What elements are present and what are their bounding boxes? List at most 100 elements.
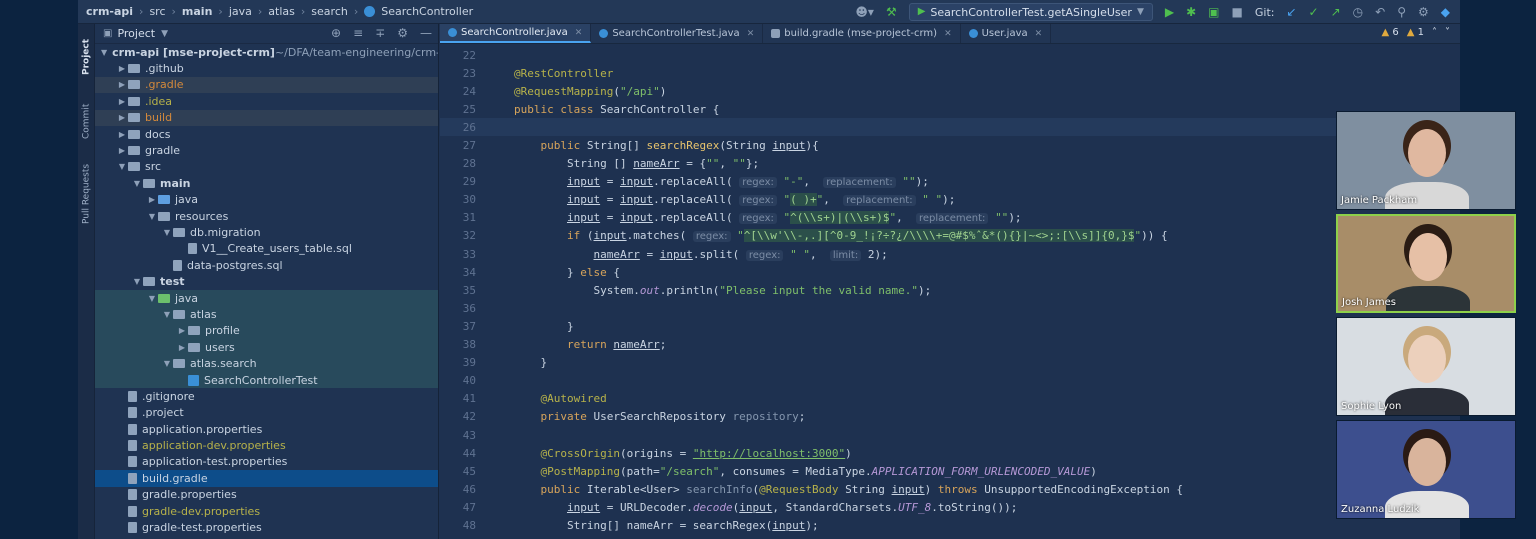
code-line[interactable]: 30 input = input.replaceAll( regex: "( )… bbox=[440, 191, 1460, 209]
code-line[interactable]: 37 } bbox=[440, 317, 1460, 335]
git-push-icon[interactable]: ↗ bbox=[1331, 6, 1341, 18]
code-line[interactable]: 47 input = URLDecoder.decode(input, Stan… bbox=[440, 498, 1460, 516]
chevron-down-icon[interactable]: ▼ bbox=[161, 359, 173, 368]
git-update-icon[interactable]: ↙ bbox=[1286, 6, 1296, 18]
tree-item[interactable]: ▶ gradle bbox=[95, 142, 438, 158]
chevron-right-icon[interactable]: ▶ bbox=[176, 326, 188, 335]
tree-item[interactable]: application-test.properties bbox=[95, 454, 438, 470]
close-icon[interactable]: ✕ bbox=[1035, 29, 1043, 39]
participant-video-tile[interactable]: Sophie Lyon bbox=[1336, 317, 1516, 416]
breadcrumb-item[interactable]: atlas bbox=[268, 5, 295, 18]
code-line[interactable]: 43 bbox=[440, 426, 1460, 444]
code-line[interactable]: 41 @Autowired bbox=[440, 390, 1460, 408]
code-line[interactable]: 32 if (input.matches( regex: "^[\\w'\\-,… bbox=[440, 227, 1460, 245]
build-hammer-icon[interactable]: ⚒ bbox=[886, 6, 897, 18]
code-line[interactable]: 33 nameArr = input.split( regex: " ", li… bbox=[440, 245, 1460, 263]
run-icon[interactable]: ▶ bbox=[1165, 6, 1174, 18]
chevron-down-icon[interactable]: ▼ bbox=[146, 294, 158, 303]
user-icon[interactable]: ☻▾ bbox=[855, 6, 874, 18]
code-line[interactable]: 34 } else { bbox=[440, 263, 1460, 281]
chevron-up-icon[interactable]: ˄ bbox=[1432, 27, 1437, 38]
chevron-down-icon[interactable]: ˅ bbox=[1445, 27, 1450, 38]
chevron-down-icon[interactable]: ▼ bbox=[101, 48, 107, 57]
chevron-right-icon[interactable]: ▶ bbox=[116, 97, 128, 106]
code-area[interactable]: 22 23 @RestController 24 @RequestMapping("/a… bbox=[440, 46, 1460, 535]
tree-item[interactable]: .gitignore bbox=[95, 388, 438, 404]
stop-icon[interactable]: ■ bbox=[1232, 6, 1243, 18]
tree-item[interactable]: ▼ atlas.search bbox=[95, 355, 438, 372]
tree-item[interactable]: ▶ docs bbox=[95, 126, 438, 142]
tree-item[interactable]: data-postgres.sql bbox=[95, 257, 438, 273]
breadcrumb-item[interactable]: search bbox=[311, 5, 348, 18]
editor-tab[interactable]: SearchControllerTest.java ✕ bbox=[591, 24, 764, 43]
tree-item[interactable]: gradle-dev.properties bbox=[95, 503, 438, 519]
collapse-all-icon[interactable]: ∓ bbox=[375, 26, 385, 40]
tree-item[interactable]: application-dev.properties bbox=[95, 437, 438, 453]
code-line[interactable]: 23 @RestController bbox=[440, 64, 1460, 82]
chevron-down-icon[interactable]: ▼ bbox=[161, 228, 173, 237]
code-line[interactable]: 26 bbox=[440, 118, 1460, 137]
gear-icon[interactable]: ⚙ bbox=[397, 26, 408, 40]
code-line[interactable]: 44 @CrossOrigin(origins = "http://localh… bbox=[440, 444, 1460, 462]
chevron-down-icon[interactable]: ▼ bbox=[161, 28, 168, 40]
expand-all-icon[interactable]: ≡ bbox=[353, 26, 363, 40]
participant-video-tile[interactable]: Josh James bbox=[1336, 214, 1516, 313]
tree-item[interactable]: ▶ profile bbox=[95, 322, 438, 340]
tree-item[interactable]: ▼ resources bbox=[95, 208, 438, 224]
code-line[interactable]: 39 } bbox=[440, 354, 1460, 372]
tree-item[interactable]: ▶ java bbox=[95, 192, 438, 208]
tree-item[interactable]: ▼ crm-api [mse-project-crm] ~/DFA/team-en… bbox=[95, 44, 438, 60]
code-line[interactable]: 38 return nameArr; bbox=[440, 336, 1460, 354]
chevron-right-icon[interactable]: ▶ bbox=[116, 80, 128, 89]
code-line[interactable]: 31 input = input.replaceAll( regex: "^(\… bbox=[440, 209, 1460, 227]
tree-item[interactable]: ▶ .github bbox=[95, 60, 438, 76]
breadcrumb-item[interactable]: SearchController bbox=[381, 5, 473, 18]
tree-item[interactable]: ▼ atlas bbox=[95, 306, 438, 323]
chevron-right-icon[interactable]: ▶ bbox=[116, 130, 128, 139]
participant-video-tile[interactable]: Zuzanna Ludzik bbox=[1336, 420, 1516, 519]
chevron-right-icon[interactable]: ▶ bbox=[116, 113, 128, 122]
participant-video-tile[interactable]: Jamie Packham bbox=[1336, 111, 1516, 210]
editor-tab[interactable]: User.java ✕ bbox=[961, 24, 1052, 43]
tree-item[interactable]: V1__Create_users_table.sql bbox=[95, 241, 438, 257]
git-commit-icon[interactable]: ✓ bbox=[1309, 6, 1319, 18]
tree-item[interactable]: ▶ .gradle bbox=[95, 76, 438, 94]
editor-tab[interactable]: SearchController.java ✕ bbox=[440, 24, 592, 43]
close-icon[interactable]: ✕ bbox=[575, 28, 583, 38]
chevron-down-icon[interactable]: ▼ bbox=[161, 310, 173, 319]
code-line[interactable]: 28 String [] nameArr = {"", ""}; bbox=[440, 155, 1460, 173]
tree-item[interactable]: ▶ users bbox=[95, 339, 438, 356]
chevron-down-icon[interactable]: ▼ bbox=[131, 277, 143, 286]
tree-item[interactable]: gradle.properties bbox=[95, 487, 438, 503]
tree-item[interactable]: ▼ src bbox=[95, 159, 438, 175]
tree-item[interactable]: SearchControllerTest bbox=[95, 371, 438, 389]
chevron-right-icon[interactable]: ▶ bbox=[116, 64, 128, 73]
code-line[interactable]: 24 @RequestMapping("/api") bbox=[440, 82, 1460, 100]
chevron-down-icon[interactable]: ▼ bbox=[131, 179, 143, 188]
chevron-right-icon[interactable]: ▶ bbox=[146, 195, 158, 204]
tree-item[interactable]: ▶ build bbox=[95, 109, 438, 126]
tree-item[interactable]: ▼ main bbox=[95, 175, 438, 191]
rollback-icon[interactable]: ↶ bbox=[1375, 6, 1385, 18]
code-line[interactable]: 46 public Iterable<User> searchInfo(@Req… bbox=[440, 480, 1460, 498]
editor-tab[interactable]: build.gradle (mse-project-crm) ✕ bbox=[763, 24, 961, 43]
code-line[interactable]: 40 bbox=[440, 372, 1460, 390]
tree-item[interactable]: gradle-test.properties bbox=[95, 519, 438, 535]
locate-icon[interactable]: ⊕ bbox=[331, 26, 341, 40]
code-line[interactable]: 45 @PostMapping(path="/search", consumes… bbox=[440, 462, 1460, 480]
gear-icon[interactable]: ⚙ bbox=[1418, 6, 1429, 18]
search-icon[interactable]: ⚲ bbox=[1397, 6, 1406, 18]
code-line[interactable]: 29 input = input.replaceAll( regex: "-",… bbox=[440, 173, 1460, 191]
close-icon[interactable]: ✕ bbox=[944, 29, 952, 39]
tree-item[interactable]: ▶ .idea bbox=[95, 93, 438, 109]
tree-item[interactable]: ▼ db.migration bbox=[95, 224, 438, 240]
chevron-down-icon[interactable]: ▼ bbox=[116, 162, 128, 171]
code-line[interactable]: 27 public String[] searchRegex(String in… bbox=[440, 136, 1460, 154]
tool-tab-commit[interactable]: Commit bbox=[79, 92, 94, 150]
coverage-icon[interactable]: ▣ bbox=[1208, 6, 1219, 18]
tree-item[interactable]: .project bbox=[95, 405, 438, 421]
project-panel-title[interactable]: Project bbox=[117, 27, 155, 40]
tool-tab-pull-requests[interactable]: Pull Requests bbox=[79, 154, 94, 234]
tree-item[interactable]: application.properties bbox=[95, 421, 438, 437]
run-configuration-select[interactable]: ▶ SearchControllerTest.getASingleUser ▼ bbox=[908, 3, 1153, 21]
